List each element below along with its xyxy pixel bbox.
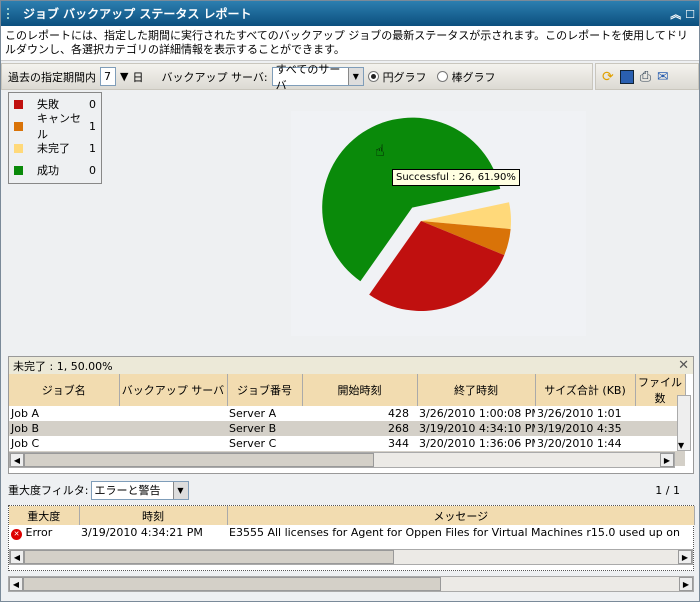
- bar-chart-radio[interactable]: [436, 71, 448, 82]
- time-value: 3/19/2010 4:34:21 PM: [81, 526, 203, 539]
- legend-count: 0: [89, 97, 96, 111]
- table-cell: Job B: [9, 421, 119, 436]
- severity-value: Error: [25, 525, 53, 539]
- refresh-icon[interactable]: ⟳: [602, 69, 614, 85]
- action-toolbar: ⟳ ⎙ ✉: [595, 63, 699, 90]
- column-header[interactable]: 重大度: [9, 506, 80, 525]
- legend-item[interactable]: 成功 0: [9, 159, 101, 181]
- chart-tooltip: Successful : 26, 61.90%: [392, 169, 520, 186]
- legend-item[interactable]: キャンセル 1: [9, 112, 101, 141]
- column-header[interactable]: ジョブ番号: [227, 374, 303, 406]
- legend-label: 未完了: [37, 142, 70, 155]
- title-bar: ジョブ バックアップ ステータス レポート ︽ ☐: [1, 1, 699, 26]
- detail-title: 未完了 : 1, 50.00%: [13, 359, 113, 373]
- save-icon[interactable]: [619, 69, 634, 84]
- server-label: バックアップ サーバ:: [161, 70, 268, 84]
- email-icon[interactable]: ✉: [657, 69, 669, 85]
- log-row[interactable]: ✕ Error 3/19/2010 4:34:21 PM E3555 All lic…: [9, 525, 695, 540]
- column-header[interactable]: 開始時刻: [302, 374, 418, 406]
- table-cell: 3/19/2010 4:34:10 PM: [417, 421, 535, 436]
- legend-swatch: [14, 165, 23, 175]
- page-indicator: 1 / 1: [655, 483, 680, 497]
- legend-label: キャンセル: [37, 112, 81, 141]
- close-icon[interactable]: ✕: [678, 358, 689, 373]
- table-row[interactable]: Job B Server B 268 3/19/2010 4:34:10 PM 3/19…: [9, 421, 685, 436]
- legend-swatch: [14, 99, 23, 109]
- server-select[interactable]: すべてのサーバ ▼: [271, 63, 364, 92]
- column-header[interactable]: 時刻: [79, 506, 228, 525]
- drag-grip-icon[interactable]: [7, 8, 15, 19]
- period-dropdown-icon[interactable]: ▼: [120, 70, 128, 83]
- jobs-horizontal-scrollbar[interactable]: ◀ ▶: [9, 452, 675, 468]
- period-label: 過去の指定期間内: [8, 70, 96, 84]
- pie-chart: [291, 111, 586, 336]
- table-cell: 3/20/2010 1:44: [537, 437, 622, 450]
- table-cell: Server A: [229, 407, 277, 420]
- column-header[interactable]: 終了時刻: [417, 374, 536, 406]
- chevron-down-icon[interactable]: ▼: [172, 481, 188, 499]
- table-cell: 3/20/2010 1:36:06 PM: [419, 437, 535, 450]
- severity-filter-select[interactable]: エラーと警告 ▼: [90, 480, 189, 500]
- table-cell: Server C: [229, 437, 277, 450]
- period-input[interactable]: 7: [100, 67, 116, 86]
- legend-count: 1: [89, 141, 96, 155]
- legend-count: 1: [89, 119, 96, 133]
- table-cell: Job C: [11, 437, 40, 450]
- jobs-vertical-scrollbar[interactable]: ▼: [677, 395, 691, 451]
- legend-label: 成功: [37, 164, 59, 177]
- main-horizontal-scrollbar[interactable]: ◀ ▶: [8, 576, 694, 592]
- legend-count: 0: [89, 163, 96, 177]
- table-cell: 3/26/2010 1:00:08 PM: [419, 407, 535, 420]
- log-table: 重大度 時刻 メッセージ ✕ Error 3/19/2010 4:34:21 PM E3…: [9, 506, 695, 540]
- detail-panel: 未完了 : 1, 50.00% ✕ ジョブ名 バックアップ サーバ ジョブ番号 開始時刻…: [8, 356, 694, 474]
- pie-chart-label: 円グラフ: [382, 70, 427, 84]
- print-icon[interactable]: ⎙: [640, 69, 651, 85]
- table-cell: 268: [302, 421, 417, 436]
- window-title: ジョブ バックアップ ステータス レポート: [23, 7, 252, 21]
- error-icon: ✕: [11, 528, 22, 540]
- table-cell: 344: [388, 437, 409, 450]
- pie-chart-radio[interactable]: [367, 71, 379, 82]
- table-row[interactable]: Job A Server A 428 3/26/2010 1:00:08 PM 3/26…: [9, 406, 685, 421]
- filter-toolbar: 過去の指定期間内 7 ▼ 日 バックアップ サーバ: すべてのサーバ ▼ 円グラフ…: [1, 63, 593, 92]
- legend-swatch: [14, 121, 23, 131]
- severity-filter-label: 重大度フィルタ:: [8, 484, 89, 497]
- table-cell: [119, 436, 227, 451]
- table-cell: 3/26/2010 1:01: [537, 407, 622, 420]
- mouse-cursor-icon: ☝: [375, 141, 385, 160]
- message-value: E3555 All licenses for Agent for Oppen F…: [229, 526, 680, 539]
- table-cell: 428: [388, 407, 409, 420]
- column-header[interactable]: バックアップ サーバ: [119, 374, 228, 406]
- column-header[interactable]: メッセージ: [227, 506, 695, 525]
- table-cell: [119, 421, 227, 436]
- report-window: ジョブ バックアップ ステータス レポート ︽ ☐ このレポートには、指定した期…: [0, 0, 700, 602]
- chart-area: [1, 91, 699, 346]
- table-cell: 3/19/2010 4:35: [535, 421, 635, 436]
- table-row[interactable]: Job C Server C 344 3/20/2010 1:36:06 PM 3/20…: [9, 436, 685, 451]
- table-cell: Server B: [227, 421, 302, 436]
- log-panel: 重大度フィルタ: エラーと警告 ▼ 1 / 1 重大度 時刻 メッセージ ✕ Erro…: [8, 479, 695, 571]
- legend-item[interactable]: 未完了 1: [9, 137, 101, 159]
- table-cell: Job A: [11, 407, 39, 420]
- report-description: このレポートには、指定した期間に実行されたすべてのバックアップ ジョブの最新ステ…: [1, 26, 699, 61]
- chart-legend: 失敗 0 キャンセル 1 未完了 1 成功 0: [8, 92, 102, 184]
- column-header[interactable]: サイズ合計 (KB): [535, 374, 636, 406]
- column-header[interactable]: ジョブ名: [9, 374, 120, 406]
- days-label: 日: [132, 70, 144, 84]
- bar-chart-label: 棒グラフ: [451, 70, 496, 84]
- table-cell: [119, 406, 227, 421]
- collapse-icon[interactable]: ︽: [670, 8, 681, 21]
- legend-swatch: [14, 143, 23, 153]
- chevron-down-icon[interactable]: ▼: [348, 68, 363, 85]
- log-horizontal-scrollbar[interactable]: ◀ ▶: [9, 549, 693, 565]
- maximize-icon[interactable]: ☐: [685, 8, 695, 21]
